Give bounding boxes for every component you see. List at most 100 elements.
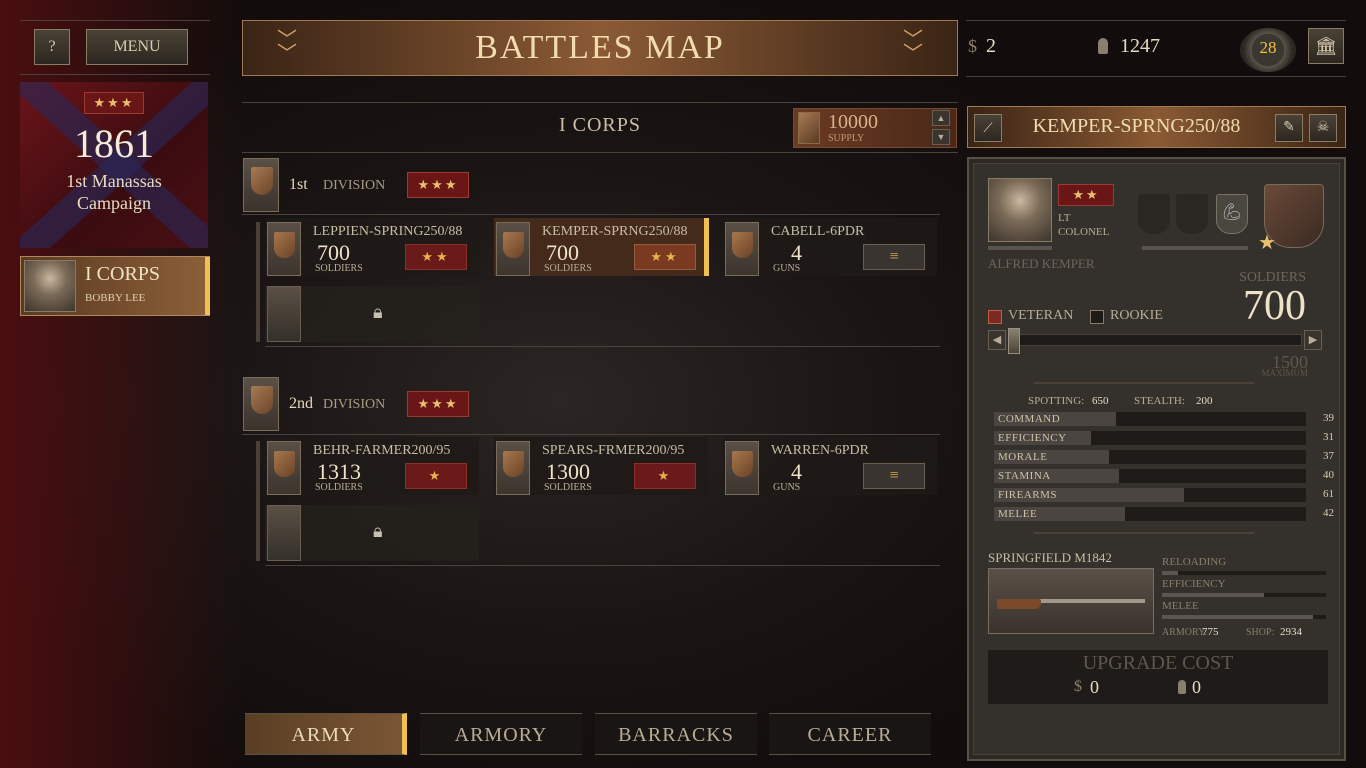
unit-header: ⟋ KEMPER-SPRNG250/88 ✎ ☠ [967,106,1346,148]
edit-icon[interactable]: ✎ [1275,114,1303,142]
decrease-button[interactable]: ◀ [988,330,1006,350]
shop-label: SHOP: [1246,627,1275,638]
supply-icon [798,112,820,144]
stat-row: EFFICIENCY 31 [994,431,1334,447]
chevron-down-icon[interactable]: ﹀ ﹀ [889,30,937,64]
unit-detail-panel: ★★ LT COLONEL 💪︎ ★ ALFRED KEMPER SOLDIER… [967,157,1346,761]
empty-perk-slot[interactable] [1176,194,1208,234]
division-stars: ★★★ [407,391,469,417]
rifle-stock [997,599,1041,609]
armory-label: ARMORY: [1162,627,1208,638]
ornament-divider [1034,382,1254,384]
menu-button[interactable]: MENU [86,29,188,65]
upgrade-cost-box[interactable]: UPGRADE COST $ 0 0 [988,650,1328,704]
tab-armory[interactable]: ARMORY [420,713,582,755]
stat-value: 40 [1323,469,1334,481]
division-shield-icon[interactable] [243,377,279,431]
stat-bar [994,507,1306,521]
upgrade-cost-label: UPGRADE COST [1082,652,1234,674]
manpower-icon [1178,680,1186,694]
officer-portrait [988,178,1052,242]
stat-row: FIREARMS 61 [994,488,1334,504]
unit-card[interactable]: WARREN-6PDR 4 GUNS ≡ [723,437,937,495]
slider-handle[interactable] [1008,328,1020,354]
selected-indicator [205,257,210,315]
unit-name: SPEARS-FRMER200/95 [542,443,685,458]
unit-card[interactable]: LEPPIEN-SPRING250/88 700 SOLDIERS ★★ [265,218,479,276]
stat-row: MORALE 37 [994,450,1334,466]
locked-slot: 🔒︎ [265,286,479,342]
empty-slot [267,505,301,561]
weapon-stat-bar [1162,593,1326,597]
rookie-checkbox[interactable] [1090,310,1104,324]
skull-icon[interactable]: ☠ [1309,114,1337,142]
weapon-stat-fill [1162,593,1264,597]
unit-name: CABELL-6PDR [771,224,865,239]
spotting-value: 650 [1092,395,1109,407]
manpower-value: 1247 [1120,35,1160,57]
increase-button[interactable]: ▶ [1304,330,1322,350]
supply-down-button[interactable]: ▼ [932,129,950,145]
corps-title: I CORPS [558,114,642,136]
unit-header-name: KEMPER-SPRNG250/88 [1032,115,1241,137]
divider [966,20,1346,21]
money-icon: $ [1074,678,1082,695]
divider [20,74,210,75]
divider [966,76,1346,77]
rank-line1: LT [1058,212,1071,224]
division-shield-icon[interactable] [243,158,279,212]
unit-count-label: SOLDIERS [315,263,363,274]
weapon-stat-bar [1162,615,1326,619]
max-label: MAXIMUM [1261,368,1308,378]
reputation-value: 28 [1259,38,1277,57]
divider [265,565,940,566]
arm-perk-icon[interactable]: 💪︎ [1216,194,1248,234]
capitol-icon[interactable]: 🏛︎ [1308,28,1344,64]
unit-name: LEPPIEN-SPRING250/88 [313,224,463,239]
tab-army[interactable]: ARMY [245,713,407,755]
stat-row: COMMAND 39 [994,412,1334,428]
perk-progress-bar [1142,246,1248,250]
tab-career[interactable]: CAREER [769,713,931,755]
corps-card-name: I CORPS [85,263,161,285]
unit-rank: ★★ [634,244,696,270]
officer-name: ALFRED KEMPER [988,256,1095,271]
weapon-stat-label: RELOADING [1162,556,1227,568]
stat-label: COMMAND [998,413,1061,425]
help-button[interactable]: ? [34,29,70,65]
unit-count-label: GUNS [773,263,801,274]
unit-card[interactable]: SPEARS-FRMER200/95 1300 SOLDIERS ★ [494,437,708,495]
chevron-rank-icon: ≡ [863,463,925,489]
spotting-label: SPOTTING: [1028,395,1085,407]
stat-value: 31 [1323,431,1334,443]
tab-barracks[interactable]: BARRACKS [595,713,757,755]
veteran-checkbox[interactable] [988,310,1002,324]
stat-value: 37 [1323,450,1334,462]
unit-card[interactable]: CABELL-6PDR 4 GUNS ≡ [723,218,937,276]
unit-name: KEMPER-SPRNG250/88 [542,224,688,239]
unit-rank: ★ [405,463,467,489]
commander-portrait [24,260,76,312]
empty-perk-slot[interactable] [1138,194,1170,234]
campaign-stars: ★★★ [84,92,144,114]
recruit-slider[interactable] [1008,334,1302,346]
division-label: DIVISION [323,397,386,412]
campaign-year: 1861 [74,121,154,166]
officer-xp-bar [988,246,1052,250]
chart-icon[interactable]: ⟋ [974,114,1002,142]
stat-value: 61 [1323,488,1334,500]
unit-shield-icon [267,222,301,276]
stat-row: MELEE 42 [994,507,1334,523]
weapon-name: SPRINGFIELD M1842 [988,550,1112,565]
divider [265,346,940,347]
division-label: DIVISION [323,178,386,193]
division-ordinal: 1st [289,176,308,193]
lock-icon: 🔒︎ [373,521,383,541]
supply-up-button[interactable]: ▲ [932,110,950,126]
stat-label: FIREARMS [998,489,1058,501]
rifle-icon[interactable] [988,568,1154,634]
unit-card-selected[interactable]: KEMPER-SPRNG250/88 700 SOLDIERS ★★ [494,218,709,276]
corps-card[interactable]: I CORPS BOBBY LEE [20,256,210,316]
campaign-card[interactable]: ★★★ 1861 1st Manassas Campaign [20,82,208,248]
unit-card[interactable]: BEHR-FARMER200/95 1313 SOLDIERS ★ [265,437,479,495]
